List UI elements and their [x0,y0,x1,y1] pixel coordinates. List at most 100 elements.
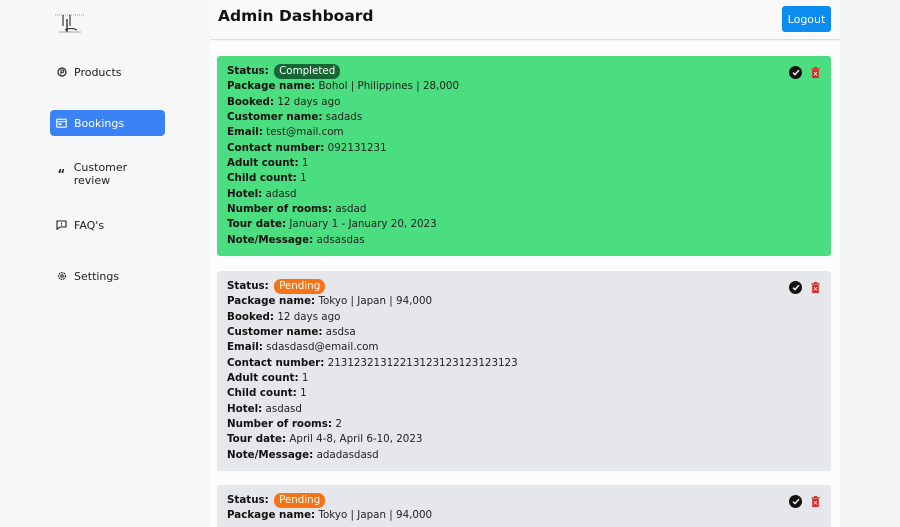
booking-booked-row: Booked: 12 days ago [227,310,821,325]
field-value: adsasdas [316,233,365,246]
field-label: Tour date: [227,433,287,446]
check-icon[interactable] [789,66,802,79]
field-value: 12 days ago [277,95,341,108]
field-value: sadads [325,111,363,124]
booking-booked-row: Booked: 12 days ago [227,95,821,110]
gear-icon [56,271,67,282]
quote-icon: “ [57,167,66,181]
sidebar: Products Bookings “ Customer review FAQ'… [0,0,210,527]
booking-customer-row: Customer name: sadads [227,110,821,125]
bookings-list[interactable]: Status: Completed Package name: Bohol | … [210,41,840,527]
trash-icon[interactable] [810,281,821,294]
field-value: 092131231 [327,141,387,154]
field-label: Adult count: [227,157,299,170]
products-icon [56,67,67,78]
booking-contact-row: Contact number: 213123213122131231231231… [227,356,821,371]
field-label: Package name: [227,295,316,308]
field-label: Hotel: [227,187,263,200]
field-label: Number of rooms: [227,418,333,431]
field-label: Customer name: [227,326,323,339]
sidebar-item-bookings[interactable]: Bookings [50,110,165,136]
booking-package-row: Package name: Tokyo | Japan | 94,000 [227,294,821,309]
field-label: Contact number: [227,141,325,154]
sidebar-item-faqs[interactable]: FAQ's [50,212,165,238]
booking-note-row: Note/Message: adadasdasd [227,448,821,463]
field-label: Contact number: [227,356,325,369]
faq-icon [56,220,67,231]
booking-card: Status: Pending Package name: Tokyo | Ja… [217,485,831,527]
booking-email-row: Email: test@mail.com [227,125,821,140]
calendar-icon [56,118,67,129]
field-value: asdad [335,203,367,216]
sidebar-item-label: FAQ's [74,218,105,232]
booking-tour-row: Tour date: April 4-8, April 6-10, 2023 [227,432,821,447]
field-value: April 4-8, April 6-10, 2023 [289,433,423,446]
booking-card: Status: Pending Package name: Tokyo | Ja… [217,271,831,472]
field-value: 1 [301,157,309,170]
field-label: Email: [227,126,263,139]
booking-email-row: Email: sdasdasd@email.com [227,340,821,355]
booking-status-row: Status: Pending [227,493,821,508]
header: Admin Dashboard Logout [210,0,840,40]
booking-status-row: Status: Completed [227,64,821,79]
booking-hotel-row: Hotel: adasd [227,187,821,202]
booking-contact-row: Contact number: 092131231 [227,141,821,156]
booking-adult-row: Adult count: 1 [227,371,821,386]
field-label: Child count: [227,387,297,400]
field-label: Child count: [227,172,297,185]
sidebar-item-customer-review[interactable]: “ Customer review [50,161,165,187]
field-value: asdasd [265,402,302,415]
field-label: Adult count: [227,372,299,385]
field-label: Note/Message: [227,233,314,246]
field-value: 1 [300,172,307,185]
booking-child-row: Child count: 1 [227,171,821,186]
status-badge: Pending [274,279,326,294]
field-value: asdsa [325,326,356,339]
field-value: adadasdasd [316,448,379,461]
booking-rooms-row: Number of rooms: 2 [227,417,821,432]
field-label: Package name: [227,509,316,522]
field-label: Tour date: [227,218,287,231]
field-value: Tokyo | Japan | 94,000 [318,509,433,522]
booking-customer-row: Customer name: asdsa [227,325,821,340]
booking-rooms-row: Number of rooms: asdad [227,202,821,217]
booking-note-row: Note/Message: adsasdas [227,233,821,248]
logo[interactable] [53,8,87,36]
logout-button[interactable]: Logout [782,6,831,32]
card-actions [789,66,821,79]
field-value: 21312321312213123123123123123 [327,356,518,369]
check-icon[interactable] [789,495,802,508]
sidebar-item-label: Bookings [74,116,125,130]
field-label: Number of rooms: [227,203,333,216]
field-label: Customer name: [227,111,323,124]
field-label: Booked: [227,95,275,108]
field-label: Note/Message: [227,448,314,461]
field-label: Booked: [227,310,275,323]
sidebar-item-settings[interactable]: Settings [50,263,165,289]
field-value: 12 days ago [277,310,341,323]
trash-icon[interactable] [810,495,821,508]
booking-hotel-row: Hotel: asdasd [227,402,821,417]
booking-card: Status: Completed Package name: Bohol | … [217,56,831,257]
field-label: Status: [227,280,269,292]
check-icon[interactable] [789,281,802,294]
booking-package-row: Package name: Tokyo | Japan | 94,000 [227,508,821,523]
trash-icon[interactable] [810,66,821,79]
card-actions [789,281,821,294]
booking-status-row: Status: Pending [227,279,821,294]
field-value: 2 [335,418,342,431]
booking-tour-row: Tour date: January 1 - January 20, 2023 [227,217,821,232]
page-title: Admin Dashboard [218,7,374,25]
field-value: January 1 - January 20, 2023 [289,218,437,231]
card-actions [789,495,821,508]
sidebar-item-label: Products [74,65,122,79]
status-badge: Completed [274,64,341,79]
field-label: Package name: [227,80,316,93]
status-badge: Pending [274,493,326,508]
booking-child-row: Child count: 1 [227,386,821,401]
field-value: 1 [300,387,307,400]
field-value: adasd [265,187,297,200]
sidebar-item-products[interactable]: Products [50,59,165,85]
field-label: Status: [227,65,269,77]
field-label: Hotel: [227,402,263,415]
